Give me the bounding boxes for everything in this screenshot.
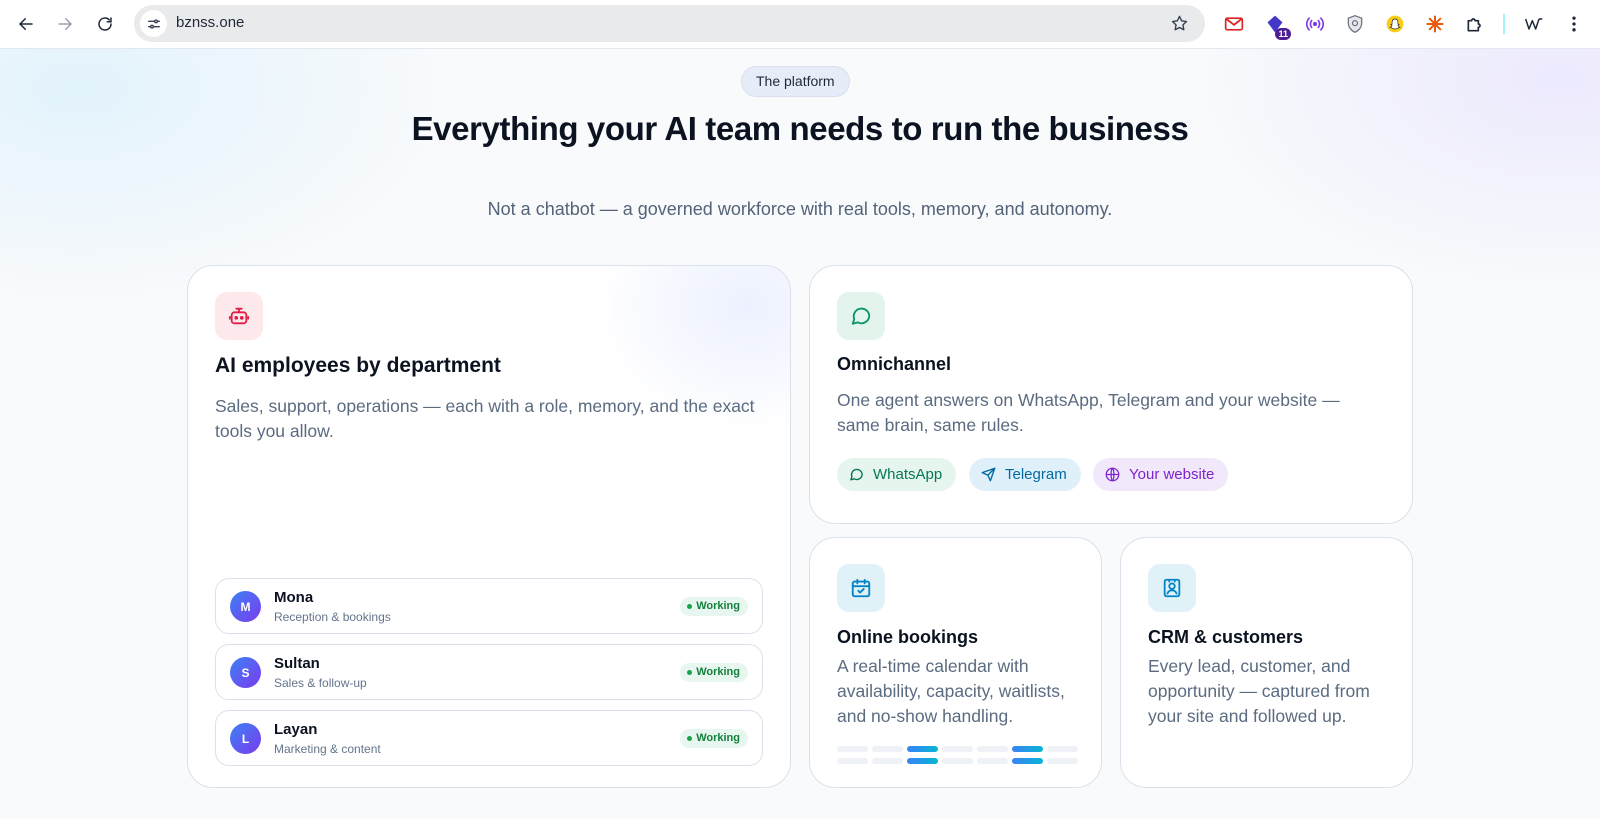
- calendar-slot: [837, 758, 868, 764]
- purple-extension-icon[interactable]: 11: [1263, 12, 1291, 40]
- send-icon: [981, 467, 996, 482]
- employee-role: Sales & follow-up: [274, 676, 367, 690]
- card-description: One agent answers on WhatsApp, Telegram …: [837, 390, 1340, 435]
- avatar: L: [230, 723, 261, 754]
- crm-customers-card: CRM & customers Every lead, customer, an…: [1120, 537, 1413, 788]
- calendar-slot: [942, 746, 973, 752]
- employee-name: Mona: [274, 589, 314, 606]
- asterisk-extension-icon[interactable]: [1423, 12, 1447, 36]
- calendar-slot-booked: [907, 746, 938, 752]
- back-button[interactable]: [10, 8, 42, 40]
- gmail-extension-icon[interactable]: [1222, 12, 1246, 36]
- avatar: S: [230, 657, 261, 688]
- calendar-slot: [977, 758, 1008, 764]
- snapchat-extension-icon[interactable]: [1383, 12, 1407, 36]
- online-bookings-card: Online bookings A real-time calendar wit…: [809, 537, 1102, 788]
- robot-icon: [215, 292, 263, 340]
- employee-row[interactable]: S Sultan Sales & follow-up Working: [215, 644, 763, 700]
- card-title: CRM & customers: [1148, 627, 1304, 647]
- site-settings-icon[interactable]: [140, 10, 167, 37]
- calendar-slot: [872, 758, 903, 764]
- channel-pill-whatsapp[interactable]: WhatsApp: [837, 458, 957, 491]
- channel-label: WhatsApp: [873, 466, 943, 483]
- url-text: bznss.one: [176, 14, 245, 31]
- channel-label: Telegram: [1005, 466, 1067, 483]
- card-description: Sales, support, operations — each with a…: [215, 396, 755, 441]
- card-description: Every lead, customer, and opportunity — …: [1148, 656, 1370, 726]
- calendar-slot: [1047, 746, 1078, 752]
- globe-icon: [1105, 467, 1120, 482]
- browser-toolbar: bznss.one 11: [0, 0, 1600, 49]
- channel-pill-telegram[interactable]: Telegram: [969, 458, 1081, 491]
- ai-employees-card: AI employees by department Sales, suppor…: [187, 265, 791, 788]
- calendar-slot-booked: [907, 758, 938, 764]
- employee-role: Reception & bookings: [274, 610, 391, 624]
- arrow-right-icon: [58, 18, 73, 30]
- card-title: Online bookings: [837, 627, 979, 647]
- calendar-preview: [837, 746, 1078, 768]
- puzzle-extensions-icon[interactable]: [1463, 12, 1487, 36]
- card-description: A real-time calendar with availability, …: [837, 656, 1065, 726]
- employee-name: Layan: [274, 721, 318, 738]
- toolbar-divider: [1503, 14, 1505, 34]
- calendar-slot-booked: [1012, 746, 1043, 752]
- calendar-slot: [977, 746, 1008, 752]
- card-title: Omnichannel: [837, 354, 952, 374]
- calendar-check-icon: [837, 564, 885, 612]
- page-content: The platform Everything your AI team nee…: [0, 49, 1600, 819]
- channel-label: Your website: [1129, 466, 1215, 483]
- w-extension-icon[interactable]: [1522, 12, 1546, 36]
- card-title: AI employees by department: [215, 354, 501, 377]
- employee-row[interactable]: M Mona Reception & bookings Working: [215, 578, 763, 634]
- reload-button[interactable]: [89, 8, 121, 40]
- employee-row[interactable]: L Layan Marketing & content Working: [215, 710, 763, 766]
- extension-badge: 11: [1275, 28, 1291, 40]
- broadcast-extension-icon[interactable]: [1303, 12, 1327, 36]
- calendar-slot-booked: [1012, 758, 1043, 764]
- status-badge: Working: [680, 663, 748, 682]
- whatsapp-icon: [850, 468, 863, 481]
- forward-button[interactable]: [49, 8, 81, 40]
- avatar: M: [230, 591, 261, 622]
- section-eyebrow-badge: The platform: [741, 66, 850, 97]
- shield-extension-icon[interactable]: [1343, 12, 1367, 36]
- omnichannel-card: Omnichannel One agent answers on WhatsAp…: [809, 265, 1413, 524]
- calendar-slot: [942, 758, 973, 764]
- status-badge: Working: [680, 729, 748, 748]
- chat-bubble-icon: [837, 292, 885, 340]
- employee-name: Sultan: [274, 655, 320, 672]
- calendar-slot: [1047, 758, 1078, 764]
- section-subtitle: Not a chatbot — a governed workforce wit…: [487, 199, 1113, 219]
- contact-card-icon: [1148, 564, 1196, 612]
- bookmark-star-icon[interactable]: [1170, 14, 1189, 33]
- arrow-left-icon: [18, 18, 33, 30]
- employee-role: Marketing & content: [274, 742, 381, 756]
- channel-pill-website[interactable]: Your website: [1093, 458, 1229, 491]
- reload-icon: [98, 17, 112, 31]
- section-title: Everything your AI team needs to run the…: [411, 110, 1189, 147]
- address-bar[interactable]: bznss.one: [134, 5, 1205, 42]
- browser-menu-icon[interactable]: [1562, 12, 1586, 36]
- status-badge: Working: [680, 597, 748, 616]
- calendar-slot: [872, 746, 903, 752]
- calendar-slot: [837, 746, 868, 752]
